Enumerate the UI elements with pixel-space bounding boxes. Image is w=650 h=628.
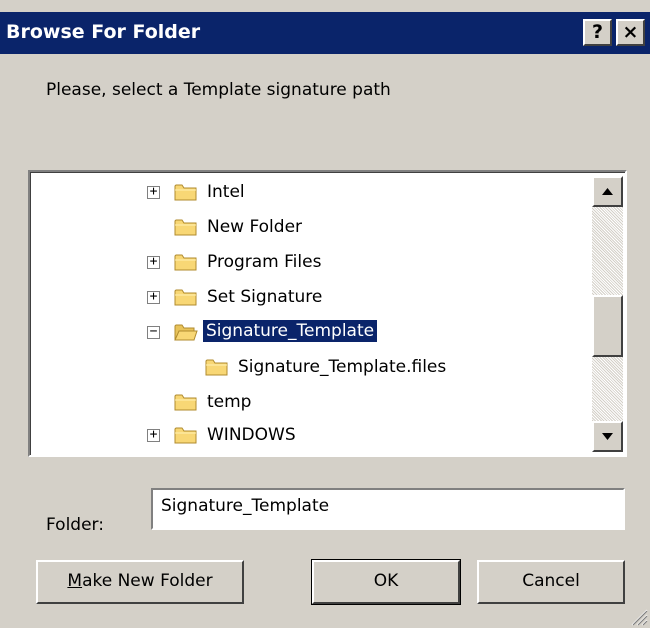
tree-item-label-selected: Signature_Template: [201, 319, 379, 343]
tree-item-new-folder[interactable]: New Folder: [31, 210, 591, 244]
tree-item-set-signature[interactable]: + Set Signature: [31, 280, 591, 314]
folder-field-label: Folder:: [46, 515, 104, 535]
make-new-folder-button[interactable]: Make New Folder: [36, 560, 244, 604]
expand-toggle[interactable]: +: [147, 185, 160, 199]
cancel-button[interactable]: Cancel: [477, 560, 625, 604]
tree-item-label: Program Files: [207, 252, 322, 272]
tree-item-windows[interactable]: + WINDOWS: [31, 418, 591, 452]
close-button[interactable]: ×: [616, 19, 645, 46]
folder-icon: [174, 184, 197, 201]
scroll-down-button[interactable]: [592, 421, 623, 452]
folder-tree[interactable]: + Intel New Folder + Program Files + Set…: [28, 170, 627, 457]
make-new-folder-accelerator: M: [67, 571, 83, 591]
folder-icon: [205, 359, 228, 376]
scroll-up-button[interactable]: [592, 176, 623, 207]
help-button[interactable]: ?: [583, 19, 612, 46]
make-new-folder-label: ake New Folder: [82, 571, 213, 591]
tree-item-label: WINDOWS: [207, 425, 296, 445]
title-bar[interactable]: Browse For Folder ? ×: [0, 12, 650, 54]
folder-icon: [174, 427, 197, 444]
tree-item-program-files[interactable]: + Program Files: [31, 245, 591, 279]
open-folder-icon: [174, 324, 198, 341]
folder-tree-viewport: + Intel New Folder + Program Files + Set…: [30, 172, 625, 455]
expand-toggle[interactable]: +: [147, 290, 160, 304]
resize-grip-icon[interactable]: [628, 606, 648, 626]
tree-item-label: New Folder: [207, 217, 303, 237]
prompt-text: Please, select a Template signature path: [46, 80, 391, 100]
tree-item-signature-template[interactable]: − Signature_Template: [31, 315, 591, 349]
ok-button[interactable]: OK: [311, 559, 461, 605]
collapse-toggle[interactable]: −: [147, 325, 160, 339]
tree-item-label: Set Signature: [207, 287, 323, 307]
folder-icon: [174, 394, 197, 411]
expand-toggle[interactable]: +: [147, 428, 160, 442]
arrow-down-icon: [602, 433, 613, 440]
tree-item-temp[interactable]: temp: [31, 385, 591, 419]
vertical-scrollbar[interactable]: [592, 176, 623, 452]
folder-icon: [174, 289, 197, 306]
scroll-thumb[interactable]: [592, 295, 623, 357]
folder-icon: [174, 254, 197, 271]
tree-item-label: temp: [207, 392, 252, 412]
tree-item-label: Intel: [207, 182, 245, 202]
tree-item-intel[interactable]: + Intel: [31, 175, 591, 209]
window-title: Browse For Folder: [6, 21, 201, 43]
folder-icon: [174, 219, 197, 236]
browse-for-folder-dialog: Browse For Folder ? × Please, select a T…: [0, 0, 650, 628]
arrow-up-icon: [602, 188, 613, 195]
expand-toggle[interactable]: +: [147, 255, 160, 269]
folder-input[interactable]: Signature_Template: [151, 488, 625, 530]
tree-item-signature-template-files[interactable]: Signature_Template.files: [31, 350, 591, 384]
tree-item-label: Signature_Template.files: [238, 357, 447, 377]
